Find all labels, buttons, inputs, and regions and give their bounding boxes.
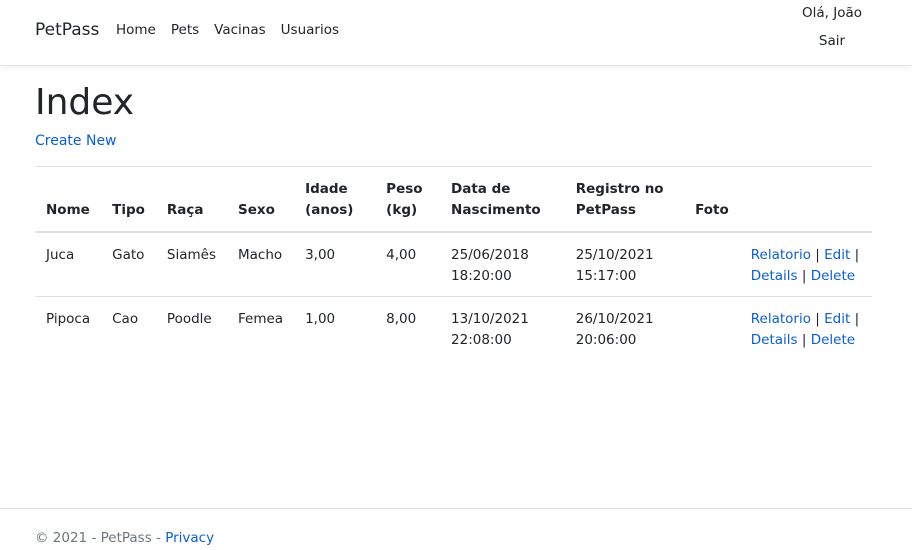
relatorio-link[interactable]: Relatorio — [751, 247, 811, 263]
cell-peso: 4,00 — [375, 231, 441, 297]
column-header-tipo: Tipo — [101, 166, 156, 233]
cell-foto — [684, 297, 740, 362]
cell-idade: 3,00 — [294, 231, 376, 297]
column-header-nome: Nome — [35, 166, 102, 233]
cell-registro: 26/10/2021 20:06:00 — [575, 311, 654, 348]
separator: | — [854, 246, 860, 263]
column-header-foto: Foto — [684, 166, 740, 233]
cell-peso: 8,00 — [386, 311, 417, 327]
navbar: PetPass Home Pets Vacinas Usuarios Olá, … — [0, 0, 912, 66]
nav-link-home[interactable]: Home — [116, 20, 156, 40]
column-header-nascimento: Data de Nascimento — [440, 166, 565, 233]
details-link[interactable]: Details — [751, 268, 798, 284]
table-row: Juca Gato Siamês Macho 3,00 4,00 25/06/2… — [35, 231, 872, 297]
cell-tipo: Cao — [112, 311, 139, 327]
cell-nome: Juca — [35, 231, 102, 297]
separator: | — [801, 332, 807, 348]
edit-link[interactable]: Edit — [824, 247, 850, 263]
column-header-peso: Peso (kg) — [375, 166, 441, 233]
privacy-link[interactable]: Privacy — [165, 530, 214, 546]
relatorio-link[interactable]: Relatorio — [751, 311, 811, 327]
separator: | — [815, 311, 820, 327]
brand-link[interactable]: PetPass — [35, 18, 99, 42]
cell-nascimento: 25/06/2018 18:20:00 — [440, 231, 565, 297]
copyright-text: © 2021 - PetPass - — [35, 530, 161, 546]
separator: | — [801, 267, 807, 284]
column-header-registro: Registro no PetPass — [564, 166, 685, 233]
delete-link[interactable]: Delete — [811, 268, 855, 284]
edit-link[interactable]: Edit — [824, 311, 850, 327]
cell-actions: Relatorio | Edit | Details | Delete — [739, 231, 872, 297]
footer-text: © 2021 - PetPass - Privacy — [35, 529, 214, 547]
footer: © 2021 - PetPass - Privacy — [0, 508, 912, 550]
column-header-raca: Raça — [155, 166, 227, 233]
column-header-sexo: Sexo — [227, 166, 295, 233]
details-link[interactable]: Details — [751, 332, 798, 348]
cell-registro: 25/10/2021 15:17:00 — [564, 231, 685, 297]
separator: | — [854, 311, 860, 327]
delete-link[interactable]: Delete — [811, 332, 855, 348]
logout-link[interactable]: Sair — [792, 32, 872, 50]
user-area: Olá, João Sair — [792, 4, 872, 50]
cell-raca: Siamês — [155, 231, 227, 297]
cell-actions: Relatorio | Edit | Details | Delete — [740, 297, 872, 362]
separator: | — [815, 246, 820, 263]
cell-tipo: Gato — [101, 231, 156, 297]
table-header-row: Nome Tipo Raça Sexo Idade (anos) Peso (kg)… — [35, 166, 872, 233]
nav-link-vacinas[interactable]: Vacinas — [214, 20, 266, 40]
nav-link-pets[interactable]: Pets — [171, 20, 199, 40]
cell-foto — [684, 231, 740, 297]
nav-link-usuarios[interactable]: Usuarios — [281, 20, 339, 40]
column-header-actions — [739, 166, 872, 233]
pets-table: Nome Tipo Raça Sexo Idade (anos) Peso (kg)… — [35, 166, 872, 362]
cell-idade: 1,00 — [305, 311, 336, 327]
create-new-link[interactable]: Create New — [35, 131, 117, 151]
cell-sexo: Femea — [238, 311, 284, 327]
cell-sexo: Macho — [227, 231, 295, 297]
column-header-idade: Idade (anos) — [294, 166, 376, 233]
user-greeting: Olá, João — [801, 5, 862, 21]
nav-links: Home Pets Vacinas Usuarios — [116, 20, 354, 40]
cell-raca: Poodle — [166, 311, 212, 327]
table-row: Pipoca Cao Poodle Femea 1,00 8,00 13/10/… — [35, 297, 872, 362]
cell-nome: Pipoca — [46, 311, 91, 327]
page-title: Index — [35, 82, 135, 123]
cell-nascimento: 13/10/2021 22:08:00 — [451, 311, 529, 348]
